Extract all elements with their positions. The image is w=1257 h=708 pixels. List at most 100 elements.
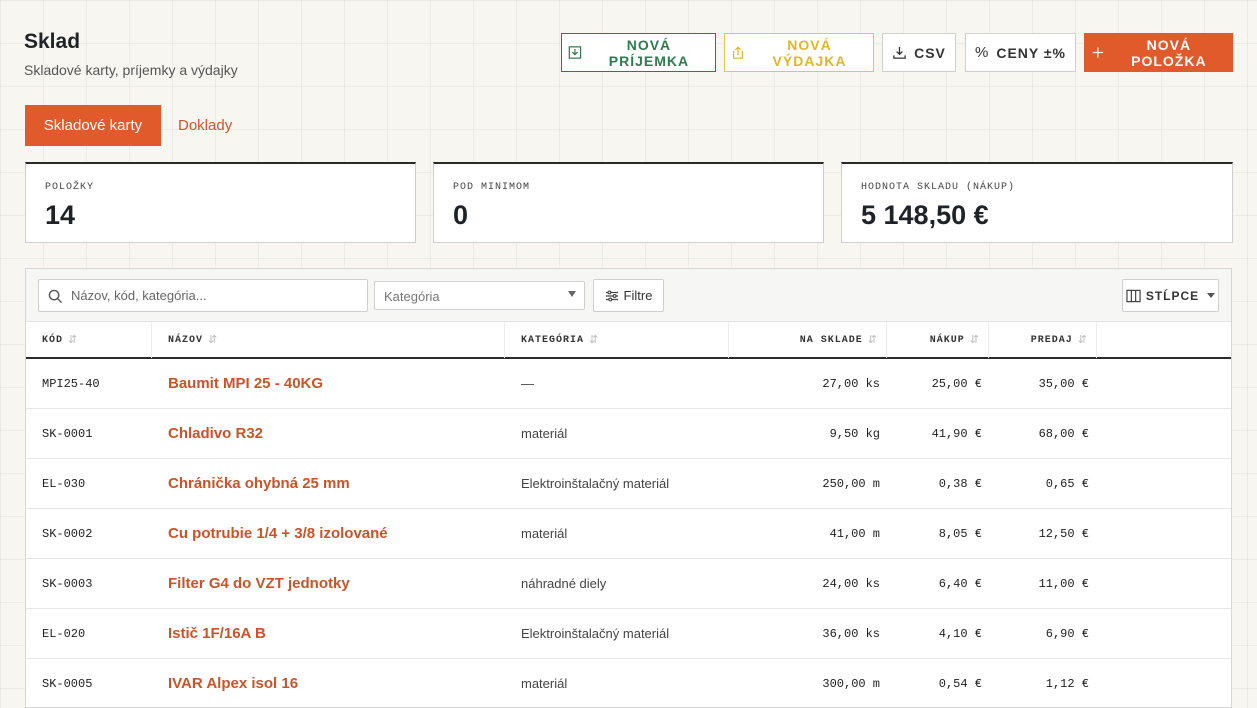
cell-code: MPI25-40 [42,376,100,391]
column-header-purchase[interactable]: NÁKUP ⇵ [887,322,989,358]
plus-icon [1092,47,1104,58]
new-item-button[interactable]: NOVÁ POLOŽKA [1084,33,1233,72]
stat-value: 14 [45,200,76,230]
table-toolbar: Kategória Filtre STĹPCE [26,269,1231,321]
column-header-label: NA SKLADE [799,334,863,346]
cell-purchase-price: 6,40 € [938,576,982,591]
prices-label: CENY ±% [996,44,1066,61]
columns-label: STĹPCE [1145,288,1200,303]
cell-in-stock: 36,00 ks [822,626,880,641]
table-row[interactable]: EL-020 Istič 1F/16A B Elektroinštalačný … [26,609,1231,659]
cell-in-stock: 250,00 m [822,476,880,491]
item-name-link[interactable]: Cu potrubie 1/4 + 3/8 izolované [168,509,388,558]
page-title: Sklad [24,30,81,53]
column-header-label: KÓD [42,334,64,346]
download-box-icon [568,46,582,59]
csv-export-button[interactable]: CSV [882,33,956,72]
column-header-name[interactable]: NÁZOV ⇵ [152,322,505,358]
tab-stock-cards[interactable]: Skladové karty [25,105,161,146]
stat-value: 0 [453,200,469,230]
cell-sale-price: 0,65 € [1045,476,1089,491]
cell-sale-price: 35,00 € [1038,376,1089,391]
stat-card-stock-value: HODNOTA SKLADU (NÁKUP) 5 148,50 € [841,162,1233,243]
item-name-link[interactable]: Istič 1F/16A B [168,609,266,658]
download-icon [893,46,906,59]
cell-in-stock: 24,00 ks [822,576,880,591]
stat-card-items: POLOŽKY 14 [25,162,416,243]
cell-category: Elektroinštalačný materiál [521,626,670,641]
filters-button[interactable]: Filtre [593,279,664,312]
cell-code: SK-0001 [42,426,93,441]
item-name-link[interactable]: Chladivo R32 [168,409,263,458]
tab-documents[interactable]: Doklady [178,105,232,146]
columns-button[interactable]: STĹPCE [1122,279,1219,312]
cell-code: SK-0003 [42,576,93,591]
tab-stock-cards-label: Skladové karty [43,117,143,134]
prices-adjust-button[interactable]: % CENY ±% [965,33,1076,72]
sort-icon: ⇵ [589,335,600,347]
column-header-in-stock[interactable]: NA SKLADE ⇵ [729,322,887,358]
category-select[interactable]: Kategória [374,281,585,310]
sort-icon: ⇵ [68,335,79,347]
table-row[interactable]: SK-0005 IVAR Alpex isol 16 materiál 300,… [26,659,1231,707]
item-name-link[interactable]: IVAR Alpex isol 16 [168,659,298,707]
cell-purchase-price: 4,10 € [938,626,982,641]
sliders-icon [605,290,618,301]
cell-sale-price: 12,50 € [1038,526,1089,541]
column-header-sale[interactable]: PREDAJ ⇵ [989,322,1097,358]
cell-in-stock: 41,00 m [829,526,880,541]
table-row[interactable]: SK-0003 Filter G4 do VZT jednotky náhrad… [26,559,1231,609]
item-name-link[interactable]: Chránička ohybná 25 mm [168,459,350,508]
stat-value: 5 148,50 € [861,200,989,230]
sort-icon: ⇵ [867,335,878,347]
table-row[interactable]: SK-0001 Chladivo R32 materiál 9,50 kg 41… [26,409,1231,459]
search-input[interactable] [71,280,361,311]
tab-documents-label: Doklady [178,117,233,134]
column-header-label: PREDAJ [1030,334,1073,346]
cell-code: EL-020 [42,626,86,641]
cell-category: materiál [521,526,568,541]
item-name-link[interactable]: Baumit MPI 25 - 40KG [168,359,323,408]
page-subtitle: Skladové karty, príjemky a výdajky [24,62,238,78]
table-row[interactable]: MPI25-40 Baumit MPI 25 - 40KG — 27,00 ks… [26,359,1231,409]
item-name-link[interactable]: Filter G4 do VZT jednotky [168,559,350,608]
cell-purchase-price: 8,05 € [938,526,982,541]
sort-icon: ⇵ [208,335,219,347]
column-header-label: NÁZOV [168,334,204,346]
columns-icon [1126,289,1141,302]
cell-in-stock: 9,50 kg [829,426,880,441]
table-row[interactable]: SK-0002 Cu potrubie 1/4 + 3/8 izolované … [26,509,1231,559]
cell-category: materiál [521,676,568,691]
percent-icon: % [974,44,990,61]
sort-icon: ⇵ [969,335,980,347]
cell-sale-price: 6,90 € [1045,626,1089,641]
table-row[interactable]: EL-030 Chránička ohybná 25 mm Elektroinš… [26,459,1231,509]
sort-icon: ⇵ [1077,335,1088,347]
cell-category: Elektroinštalačný materiál [521,476,670,491]
cell-sale-price: 1,12 € [1045,676,1089,691]
cell-in-stock: 27,00 ks [822,376,880,391]
upload-box-icon [733,46,743,59]
new-receipt-button[interactable]: NOVÁ PRÍJEMKA [561,33,716,72]
stat-label: POD MINIMOM [453,182,531,193]
column-header-category[interactable]: KATEGÓRIA ⇵ [505,322,729,358]
stat-label: HODNOTA SKLADU (NÁKUP) [861,182,1016,193]
cell-category: náhradné diely [521,576,607,591]
cell-purchase-price: 41,90 € [931,426,982,441]
cell-category: materiál [521,426,568,441]
chevron-down-icon [568,291,576,297]
cell-purchase-price: 0,38 € [938,476,982,491]
stock-table-panel: Kategória Filtre STĹPCE KÓD ⇵ NÁZOV ⇵ KATE… [25,268,1232,708]
column-header-label: KATEGÓRIA [521,334,585,346]
filters-label: Filtre [623,288,653,303]
column-header-code[interactable]: KÓD ⇵ [26,322,152,358]
search-icon [48,289,63,304]
cell-code: EL-030 [42,476,86,491]
cell-sale-price: 68,00 € [1038,426,1089,441]
new-issue-label: NOVÁ VÝDAJKA [772,36,847,69]
new-issue-button[interactable]: NOVÁ VÝDAJKA [724,33,874,72]
column-header-label: NÁKUP [929,334,965,346]
cell-code: SK-0005 [42,676,93,691]
cell-purchase-price: 0,54 € [938,676,982,691]
chevron-down-icon [1207,293,1216,298]
